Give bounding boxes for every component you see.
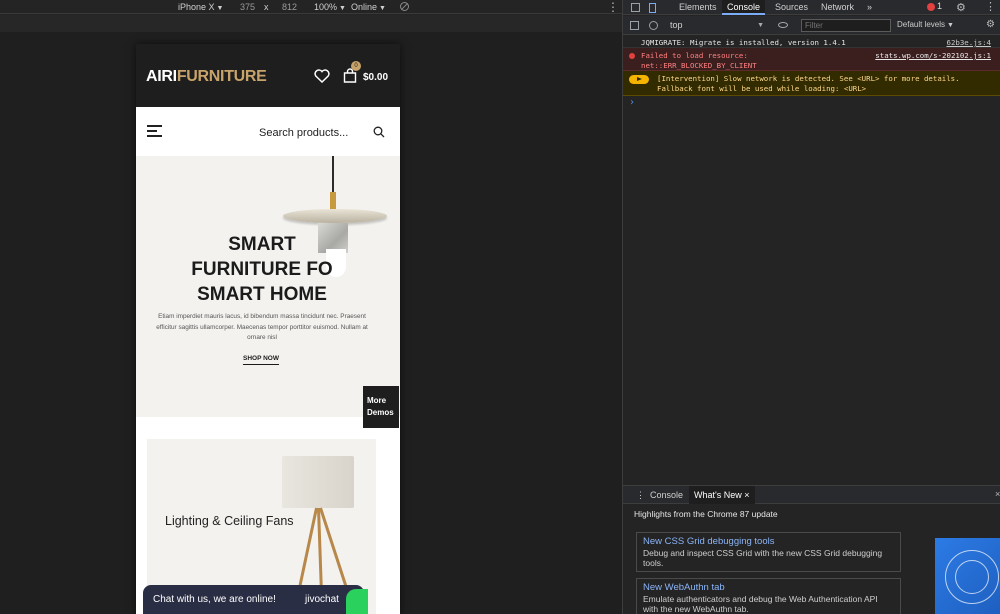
hero-title-line: SMART HOME [197, 284, 327, 305]
console-message: JQMIGRATE: Migrate is installed, version… [623, 35, 1000, 48]
width-input[interactable]: 375 [240, 1, 255, 13]
inspect-icon[interactable] [631, 3, 640, 12]
device-name: iPhone X [178, 2, 215, 12]
drawer-tab-label: What's New [694, 490, 742, 500]
chat-brand: jivochat [305, 594, 339, 605]
more-demos-button[interactable]: More Demos [363, 386, 399, 428]
site-logo[interactable]: AIRIFURNITURE [146, 68, 267, 86]
logo-accent: FURNITURE [176, 68, 267, 85]
tab-console[interactable]: Console [722, 0, 766, 15]
hero-description: Etiam imperdiet mauris lacus, id bibendu… [156, 313, 368, 341]
devtools-panel: Elements Console Sources Network » 1 ⚙ ⋮… [622, 0, 1000, 614]
cart-total[interactable]: $0.00 [363, 72, 388, 83]
devtools-tabbar: Elements Console Sources Network » 1 ⚙ ⋮ [623, 0, 1000, 15]
throttling-select[interactable]: Online ▼ [351, 1, 386, 15]
tab-elements[interactable]: Elements [674, 0, 722, 15]
clear-console-icon[interactable] [649, 21, 658, 30]
card-title: New WebAuthn tab [643, 582, 725, 593]
card-title: New CSS Grid debugging tools [643, 536, 775, 547]
eye-icon[interactable] [778, 22, 788, 28]
more-options-icon[interactable]: ⋮ [985, 0, 996, 13]
chevron-down-icon: ▼ [339, 5, 346, 12]
drawer-tab-whats-new[interactable]: What's New × [689, 486, 755, 504]
hero-banner: SMART FURNITURE FO SMART HOME Etiam impe… [136, 156, 400, 417]
more-tabs-icon[interactable]: » [862, 0, 877, 15]
hero-title: SMART FURNITURE FO SMART HOME [146, 232, 378, 307]
pendant-lamp-shade [283, 209, 387, 223]
browser-window: iPhone X ▼ 375 x 812 100% ▼ Online ▼ ⋮ AIRI… [0, 0, 1000, 614]
pendant-lamp-image [332, 156, 334, 196]
media-query-bar [0, 15, 622, 32]
tab-sources[interactable]: Sources [770, 0, 813, 15]
height-input[interactable]: 812 [282, 1, 297, 13]
message-text: Failed to load resource: net::ERR_BLOCKE… [641, 51, 757, 70]
more-options-icon[interactable]: ⋮ [607, 0, 619, 14]
console-error: Failed to load resource: net::ERR_BLOCKE… [623, 48, 1000, 71]
message-source-link[interactable]: 62b3e.js:4 [947, 38, 992, 47]
whats-new-card[interactable]: New WebAuthn tab Emulate authenticators … [636, 578, 901, 614]
card-description: Emulate authenticators and debug the Web… [643, 594, 878, 614]
context-value: top [670, 20, 683, 30]
context-select[interactable]: top ▼ [670, 20, 766, 31]
message-text: JQMIGRATE: Migrate is installed, version… [641, 38, 846, 47]
chevron-down-icon: ▼ [947, 22, 954, 29]
chat-widget[interactable]: Chat with us, we are online! jivochat [143, 585, 368, 614]
hero-title-line: SMART [228, 234, 296, 255]
heart-icon[interactable] [314, 69, 330, 83]
category-title[interactable]: Lighting & Ceiling Fans [165, 514, 294, 528]
dimension-separator: x [264, 2, 269, 12]
chevron-down-icon: ▼ [757, 22, 764, 29]
console-settings-icon[interactable]: ⚙ [986, 19, 995, 30]
network-value: Online [351, 2, 378, 12]
device-toggle-icon[interactable] [649, 3, 656, 13]
device-select[interactable]: iPhone X ▼ [178, 1, 223, 15]
chevron-down-icon: ▼ [379, 5, 386, 12]
filter-input[interactable] [801, 19, 891, 32]
error-icon[interactable] [927, 3, 935, 11]
message-text: [Intervention] Slow network is detected.… [657, 74, 960, 93]
drawer-tab-console[interactable]: Console [645, 486, 688, 504]
phone-screen: AIRIFURNITURE 0 $0.00 Search products...… [136, 44, 400, 614]
floor-lamp-image [282, 456, 354, 508]
sidebar-toggle-icon[interactable] [630, 21, 639, 30]
logo-primary: AIRI [146, 68, 177, 85]
chevron-down-icon: ▼ [216, 5, 224, 12]
device-toolbar: iPhone X ▼ 375 x 812 100% ▼ Online ▼ ⋮ [0, 0, 622, 14]
hero-title-line: FURNITURE FO [191, 259, 333, 280]
error-count[interactable]: 1 [937, 1, 942, 11]
chat-message: Chat with us, we are online! [153, 594, 276, 605]
whats-new-card[interactable]: New CSS Grid debugging tools Debug and i… [636, 532, 901, 572]
drawer-tabbar: ⋮ Console What's New × × [623, 485, 1000, 504]
error-icon [629, 53, 635, 59]
whats-new-thumbnail [935, 538, 1000, 614]
console-output: JQMIGRATE: Migrate is installed, version… [623, 35, 1000, 485]
zoom-value: 100% [314, 2, 338, 12]
log-levels-select[interactable]: Default levels ▼ [897, 20, 954, 29]
console-prompt[interactable]: › [629, 97, 635, 108]
close-drawer-icon[interactable]: × [995, 489, 1000, 499]
zoom-select[interactable]: 100% ▼ [314, 1, 346, 15]
site-header: AIRIFURNITURE 0 $0.00 [136, 44, 400, 107]
console-toolbar: top▼ Default levels▼ ⚙ [623, 16, 1000, 35]
expand-warning-icon[interactable] [629, 75, 649, 84]
close-icon[interactable]: × [744, 490, 749, 500]
levels-value: Default levels [897, 20, 946, 29]
chat-status-indicator [346, 589, 368, 614]
tab-network[interactable]: Network [816, 0, 859, 15]
card-description: Debug and inspect CSS Grid with the new … [643, 548, 883, 568]
menu-icon[interactable] [147, 125, 162, 137]
cart-count-badge: 0 [351, 61, 361, 71]
message-source-link[interactable]: stats.wp.com/s-202102.js:1 [875, 51, 991, 60]
rotate-icon[interactable] [400, 2, 409, 11]
search-icon[interactable] [373, 126, 385, 138]
gear-icon[interactable]: ⚙ [956, 1, 966, 14]
shop-now-link[interactable]: SHOP NOW [243, 355, 279, 365]
whats-new-header: Highlights from the Chrome 87 update [634, 509, 778, 519]
console-warning: [Intervention] Slow network is detected.… [623, 71, 1000, 96]
whats-new-panel: Highlights from the Chrome 87 update New… [623, 504, 1000, 614]
search-bar: Search products... [136, 107, 400, 156]
search-input[interactable]: Search products... [259, 127, 348, 139]
